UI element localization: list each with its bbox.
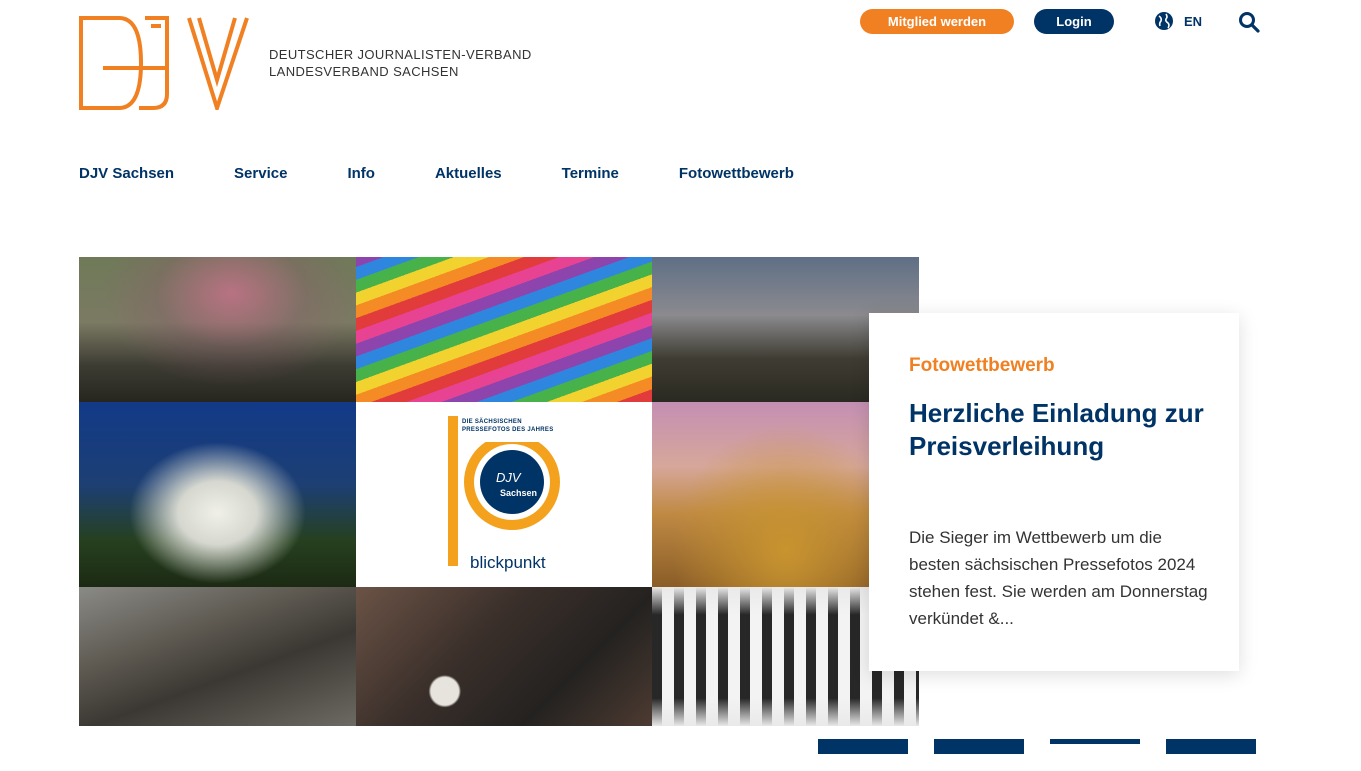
blickpunkt-inner-logo: DJV xyxy=(496,470,521,485)
blickpunkt-logo: DIE SÄCHSISCHEN PRESSEFOTOS DES JAHRES D… xyxy=(448,416,568,576)
main-navigation: DJV Sachsen Service Info Aktuelles Termi… xyxy=(79,164,854,184)
card-title[interactable]: Herzliche Einladung zur Preisverleihung xyxy=(909,397,1209,463)
photo-aerial-ruins xyxy=(356,587,652,726)
org-name: DEUTSCHER JOURNALISTEN-VERBAND LANDESVER… xyxy=(269,46,532,80)
nav-item-fotowettbewerb[interactable]: Fotowettbewerb xyxy=(679,164,794,184)
card-text: Die Sieger im Wettbewerb um die besten s… xyxy=(909,528,1208,628)
org-name-line1: DEUTSCHER JOURNALISTEN-VERBAND xyxy=(269,47,532,62)
nav-item-service[interactable]: Service xyxy=(234,164,287,184)
photo-mud-football xyxy=(79,587,356,726)
slider-pagination xyxy=(818,739,1282,754)
nav-item-aktuelles[interactable]: Aktuelles xyxy=(435,164,502,184)
language-label: EN xyxy=(1184,13,1203,29)
card-kicker: Fotowettbewerb xyxy=(909,355,1055,376)
photo-colorful-textiles xyxy=(356,257,652,402)
blickpunkt-word: blickpunkt xyxy=(470,553,546,572)
blickpunkt-logo-tile: DIE SÄCHSISCHEN PRESSEFOTOS DES JAHRES D… xyxy=(356,402,652,587)
slider-dot-1[interactable] xyxy=(818,739,908,754)
slider-dot-3[interactable] xyxy=(1050,739,1140,744)
blickpunkt-top-text: DIE SÄCHSISCHEN PRESSEFOTOS DES JAHRES xyxy=(462,418,554,434)
language-switch[interactable]: EN xyxy=(1154,11,1202,31)
blickpunkt-top-line2: PRESSEFOTOS DES JAHRES xyxy=(462,427,554,433)
photo-forest-crowd xyxy=(79,257,356,402)
org-name-line2: LANDESVERBAND SACHSEN xyxy=(269,64,459,79)
slider-dot-2[interactable] xyxy=(934,739,1024,754)
nav-item-djv-sachsen[interactable]: DJV Sachsen xyxy=(79,164,174,184)
globe-icon xyxy=(1155,12,1173,30)
blickpunkt-inner-sub: Sachsen xyxy=(500,488,538,498)
photo-choir-night xyxy=(79,402,356,587)
djv-logo[interactable] xyxy=(79,16,249,110)
nav-item-termine[interactable]: Termine xyxy=(562,164,619,184)
search-icon[interactable] xyxy=(1238,11,1260,33)
nav-item-info[interactable]: Info xyxy=(347,164,375,184)
login-button[interactable]: Login xyxy=(1034,9,1114,34)
hero-photo-collage[interactable]: DIE SÄCHSISCHEN PRESSEFOTOS DES JAHRES D… xyxy=(79,257,919,726)
slider-dot-4[interactable] xyxy=(1166,739,1256,754)
teaser-card[interactable]: Fotowettbewerb Herzliche Einladung zur P… xyxy=(869,313,1239,671)
blickpunkt-top-line1: DIE SÄCHSISCHEN xyxy=(462,419,522,425)
become-member-button[interactable]: Mitglied werden xyxy=(860,9,1014,34)
